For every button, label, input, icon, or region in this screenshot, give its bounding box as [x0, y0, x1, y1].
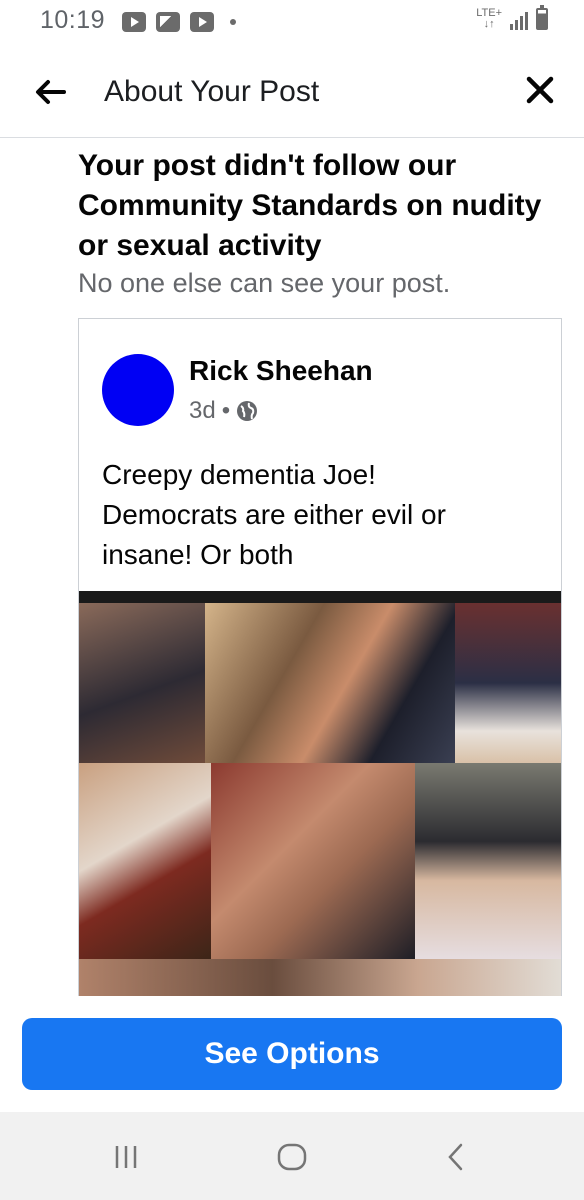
- page-title: About Your Post: [104, 75, 320, 108]
- close-button[interactable]: [520, 70, 560, 110]
- collage-photo: [79, 763, 211, 959]
- meta-separator: •: [221, 397, 231, 424]
- collage-photo: [455, 603, 561, 763]
- system-icons: LTE+ ↓↑: [476, 5, 548, 30]
- notice-heading: Your post didn't follow our Community St…: [78, 149, 542, 262]
- status-bar: 10:19 LTE+ ↓↑: [0, 0, 584, 48]
- gallery-icon: [156, 12, 180, 32]
- dot-icon: [230, 19, 236, 25]
- arrow-left-icon: [36, 80, 66, 104]
- collage-photo: [79, 959, 561, 996]
- post-preview-card: Rick Sheehan 3d • Creepy dementia Joe! D…: [78, 318, 562, 996]
- battery-icon: [536, 5, 548, 30]
- status-time: 10:19: [40, 6, 106, 34]
- close-icon: [526, 76, 554, 104]
- photo-collage: [79, 591, 561, 996]
- collage-photo: [79, 603, 205, 763]
- system-navigation-bar: [0, 1112, 584, 1200]
- collage-photo: [211, 763, 415, 959]
- signal-icon: [510, 10, 528, 30]
- youtube-icon: [190, 12, 214, 32]
- avatar: [102, 354, 174, 426]
- recent-apps-button[interactable]: [106, 1140, 146, 1174]
- data-arrows-icon: ↓↑: [483, 18, 495, 30]
- collage-photo: [205, 603, 455, 763]
- notification-icons: [122, 12, 236, 32]
- top-app-bar: About Your Post: [0, 48, 584, 138]
- post-author: Rick Sheehan: [189, 355, 373, 386]
- home-button[interactable]: [272, 1140, 312, 1174]
- post-meta: 3d •: [189, 397, 258, 425]
- back-nav-button[interactable]: [436, 1140, 476, 1174]
- back-icon: [448, 1143, 463, 1171]
- recent-apps-icon: [115, 1146, 137, 1168]
- network-type: LTE+ ↓↑: [476, 8, 502, 30]
- notice-subheading: No one else can see your post.: [78, 268, 451, 298]
- collage-photo: [415, 763, 561, 959]
- youtube-icon: [122, 12, 146, 32]
- post-text: Creepy dementia Joe! Democrats are eithe…: [102, 459, 446, 570]
- home-icon: [277, 1143, 307, 1171]
- see-options-button[interactable]: See Options: [22, 1018, 562, 1090]
- back-button[interactable]: [30, 72, 70, 112]
- globe-icon: [237, 401, 258, 421]
- post-time: 3d: [189, 397, 216, 424]
